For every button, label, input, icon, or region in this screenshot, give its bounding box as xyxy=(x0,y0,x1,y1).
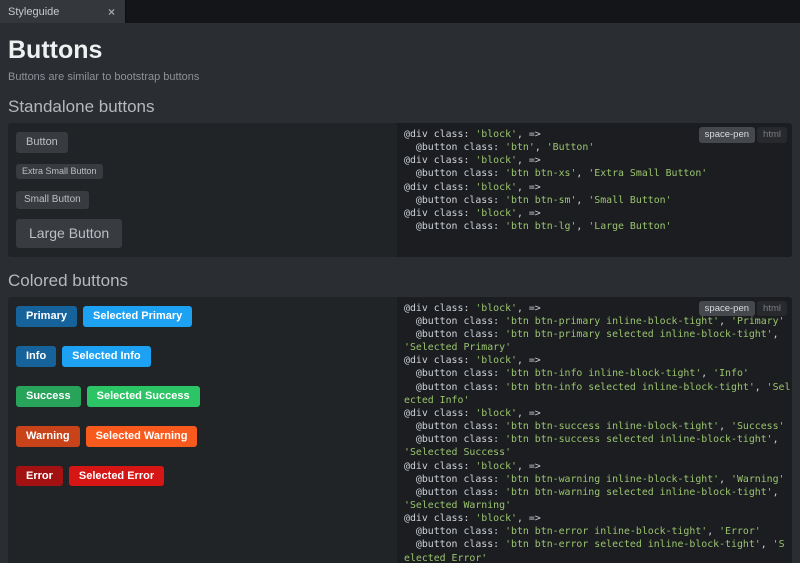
html-badge[interactable]: html xyxy=(757,301,787,317)
code-line: @div class: 'block', => xyxy=(404,154,790,167)
button-success[interactable]: Success xyxy=(16,386,81,407)
code-block: @div class: 'block', => @button class: '… xyxy=(404,302,790,563)
button-selected-error[interactable]: Selected Error xyxy=(69,466,164,487)
code-line: @div class: 'block', => xyxy=(404,512,790,525)
button-block: Primary Selected Primary xyxy=(16,306,389,327)
button-block: Button xyxy=(16,132,389,153)
section-header-standalone: Standalone buttons xyxy=(8,97,792,117)
tab-title: Styleguide xyxy=(8,6,106,18)
code-line: @button class: 'btn btn-sm', 'Small Butt… xyxy=(404,194,790,207)
button-block: Warning Selected Warning xyxy=(16,426,389,447)
code-line: @div class: 'block', => xyxy=(404,207,790,220)
code-line: @div class: 'block', => xyxy=(404,407,790,420)
code-line: @button class: 'btn btn-primary inline-b… xyxy=(404,315,790,328)
code-line: @button class: 'btn btn-info selected in… xyxy=(404,381,790,407)
button-selected-success[interactable]: Selected Success xyxy=(87,386,200,407)
close-icon[interactable]: × xyxy=(106,6,117,18)
space-pen-badge[interactable]: space-pen xyxy=(699,301,755,317)
code-line: @div class: 'block', => xyxy=(404,181,790,194)
code-line: @button class: 'btn btn-lg', 'Large Butt… xyxy=(404,220,790,233)
button-small-button[interactable]: Small Button xyxy=(16,191,89,209)
code-view-toggle: space-penhtml xyxy=(699,301,787,317)
tab-styleguide[interactable]: Styleguide × xyxy=(0,0,126,23)
button-selected-primary[interactable]: Selected Primary xyxy=(83,306,192,327)
button-info[interactable]: Info xyxy=(16,346,56,367)
code-line: @div class: 'block', => xyxy=(404,460,790,473)
code-view-toggle: space-penhtml xyxy=(699,127,787,143)
code-line: @button class: 'btn', 'Button' xyxy=(404,141,790,154)
button-block: Extra Small Button xyxy=(16,163,389,181)
button-extra-small-button[interactable]: Extra Small Button xyxy=(16,164,103,179)
button-selected-info[interactable]: Selected Info xyxy=(62,346,150,367)
styleguide-content: Buttons Buttons are similar to bootstrap… xyxy=(0,36,800,563)
button-block: Small Button xyxy=(16,191,389,209)
styleguide-window: Styleguide × Buttons Buttons are similar… xyxy=(0,0,800,563)
code-line: @button class: 'btn btn-error inline-blo… xyxy=(404,525,790,538)
section-header-colored: Colored buttons xyxy=(8,271,792,291)
button-selected-warning[interactable]: Selected Warning xyxy=(86,426,198,447)
page-subtitle: Buttons are similar to bootstrap buttons xyxy=(8,71,792,83)
example-code-colored: space-penhtml@div class: 'block', => @bu… xyxy=(397,297,792,563)
code-line: @button class: 'btn btn-success inline-b… xyxy=(404,420,790,433)
button-primary[interactable]: Primary xyxy=(16,306,77,327)
code-line: @div class: 'block', => xyxy=(404,354,790,367)
button-button[interactable]: Button xyxy=(16,132,68,153)
tab-bar: Styleguide × xyxy=(0,0,800,23)
button-block: Info Selected Info xyxy=(16,346,389,367)
styleguide-sections: Standalone buttons Button Extra Small Butt… xyxy=(8,97,792,563)
code-line: @button class: 'btn btn-success selected… xyxy=(404,433,790,459)
html-badge[interactable]: html xyxy=(757,127,787,143)
button-block: Error Selected Error xyxy=(16,466,389,487)
code-line: @button class: 'btn btn-primary selected… xyxy=(404,328,790,354)
code-line: @button class: 'btn btn-warning selected… xyxy=(404,486,790,512)
button-block: Large Button xyxy=(16,219,389,248)
code-block: @div class: 'block', => @button class: '… xyxy=(404,128,790,233)
code-line: @button class: 'btn btn-xs', 'Extra Smal… xyxy=(404,167,790,180)
example-rendered-colored: Primary Selected Primary Info Selected Info… xyxy=(8,297,397,563)
example-code-standalone: space-penhtml@div class: 'block', => @bu… xyxy=(397,123,792,257)
code-line: @button class: 'btn btn-error selected i… xyxy=(404,538,790,563)
button-error[interactable]: Error xyxy=(16,466,63,487)
code-line: @button class: 'btn btn-info inline-bloc… xyxy=(404,367,790,380)
section-row-colored: Primary Selected Primary Info Selected Info… xyxy=(8,297,792,563)
section-row-standalone: Button Extra Small Button Small Button Larg… xyxy=(8,123,792,257)
page-title: Buttons xyxy=(8,36,792,64)
button-warning[interactable]: Warning xyxy=(16,426,80,447)
button-block: Success Selected Success xyxy=(16,386,389,407)
code-line: @button class: 'btn btn-warning inline-b… xyxy=(404,473,790,486)
button-large-button[interactable]: Large Button xyxy=(16,219,122,248)
example-rendered-standalone: Button Extra Small Button Small Button Larg… xyxy=(8,123,397,257)
space-pen-badge[interactable]: space-pen xyxy=(699,127,755,143)
tab-bar-empty xyxy=(126,0,800,23)
